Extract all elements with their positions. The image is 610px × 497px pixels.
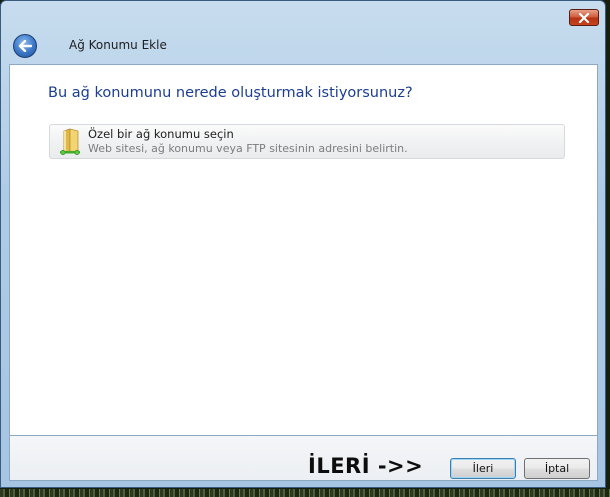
option-description: Web sitesi, ağ konumu veya FTP sitesinin… [88, 142, 408, 155]
back-button[interactable] [13, 34, 37, 58]
cancel-button[interactable]: İptal [524, 458, 590, 479]
next-annotation: İLERİ ->> [308, 454, 424, 478]
back-arrow-icon [18, 40, 32, 52]
option-label: Özel bir ağ konumu seçin [88, 127, 234, 141]
page-heading: Bu ağ konumunu nerede oluşturmak istiyor… [48, 85, 413, 101]
custom-network-location-option[interactable]: Özel bir ağ konumu seçin Web sitesi, ağ … [49, 124, 565, 159]
network-folder-icon [60, 128, 80, 155]
wizard-footer: İLERİ ->> İleri İptal [9, 436, 598, 481]
close-button[interactable] [569, 9, 599, 26]
close-icon [578, 12, 590, 23]
wizard-window: Ağ Konumu Ekle Bu ağ konumunu nerede olu… [0, 0, 606, 488]
wizard-content: Bu ağ konumunu nerede oluşturmak istiyor… [9, 64, 598, 436]
next-button[interactable]: İleri [450, 458, 516, 479]
taskbar-strip [0, 489, 610, 497]
window-title: Ağ Konumu Ekle [69, 38, 167, 52]
